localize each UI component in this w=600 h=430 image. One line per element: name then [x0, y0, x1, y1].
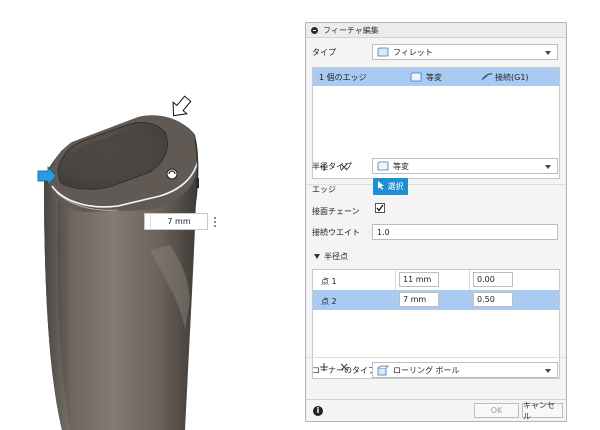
- dialog-titlebar[interactable]: フィーチャ編集: [306, 23, 566, 38]
- cursor-arrow-icon: [377, 181, 385, 192]
- dialog-footer: i OK キャンセル: [306, 399, 566, 421]
- edge-count-label: 1 個のエッジ: [319, 72, 367, 82]
- info-icon[interactable]: i: [313, 406, 323, 416]
- tangent-continuity-icon: [481, 72, 493, 82]
- radius-type-row: 半径タイプ 等変: [306, 155, 566, 177]
- type-label: タイプ: [312, 47, 336, 57]
- point-radius-input[interactable]: 7 mm: [399, 292, 439, 307]
- variable-radius-icon: [410, 72, 422, 82]
- tangent-chain-row: 接面チェーン: [306, 201, 566, 221]
- collapse-triangle-icon: [314, 254, 320, 259]
- corner-type-row: コーナーのタイプ ローリング ボール: [306, 359, 566, 381]
- collapse-icon[interactable]: [311, 26, 318, 34]
- 3d-viewport[interactable]: 7 mm: [0, 0, 300, 430]
- corner-type-dropdown[interactable]: ローリング ボール: [372, 362, 558, 378]
- tangent-chain-label: 接面チェーン: [312, 206, 360, 216]
- radius-type-label: 半径タイプ: [312, 161, 352, 171]
- corner-type-label: コーナーのタイプ: [312, 365, 376, 375]
- type-row: タイプ フィレット: [306, 41, 566, 63]
- radius-type-value: 等変: [393, 161, 409, 171]
- direction-arrow-manipulator: [172, 95, 192, 117]
- type-value: フィレット: [393, 47, 433, 57]
- divider: [306, 357, 566, 358]
- right-edge-notch: [196, 178, 199, 188]
- radius-point-row[interactable]: 点 2 7 mm 0.50: [313, 290, 559, 310]
- dimension-input[interactable]: 7 mm: [144, 213, 208, 230]
- variable-radius-icon: [377, 161, 389, 171]
- edge-select-button[interactable]: 選択: [373, 178, 408, 195]
- edge-continuity[interactable]: 接続(G1): [495, 72, 529, 83]
- edge-row: エッジ: [306, 178, 566, 200]
- chevron-down-icon: [545, 369, 551, 373]
- dimension-more-menu-icon[interactable]: [209, 213, 221, 230]
- ok-button[interactable]: OK: [474, 403, 519, 418]
- chevron-down-icon: [545, 51, 551, 55]
- tangent-chain-checkbox[interactable]: [375, 203, 385, 213]
- edge-radius-type[interactable]: 等変: [426, 72, 442, 83]
- point-position-input[interactable]: 0.00: [473, 272, 513, 287]
- radius-point-row[interactable]: 点 1 11 mm 0.00: [313, 270, 559, 290]
- point-position-input[interactable]: 0.50: [473, 292, 513, 307]
- rolling-ball-icon: [377, 365, 389, 376]
- fillet-icon: [377, 47, 389, 57]
- dialog-title: フィーチャ編集: [323, 25, 379, 35]
- radius-points-header[interactable]: 半径点: [314, 251, 348, 262]
- chevron-down-icon: [545, 165, 551, 169]
- point-name: 点 1: [321, 277, 337, 286]
- radius-point-handle: [166, 168, 178, 180]
- edge-select-label: 選択: [387, 182, 404, 191]
- point-radius-input[interactable]: 11 mm: [399, 272, 439, 287]
- tangent-weight-label: 接続ウエイト: [312, 227, 360, 237]
- checkmark-icon: [376, 204, 384, 212]
- tangent-weight-input[interactable]: 1.0: [372, 224, 558, 240]
- radius-type-dropdown[interactable]: 等変: [372, 158, 558, 174]
- edge-list-row[interactable]: 1 個のエッジ 等変 接続(G1): [313, 68, 559, 86]
- cancel-button[interactable]: キャンセル: [522, 401, 563, 421]
- tangent-weight-row: 接続ウエイト 1.0: [306, 221, 566, 243]
- corner-type-value: ローリング ボール: [393, 365, 460, 375]
- dimension-value[interactable]: 7 mm: [151, 217, 207, 226]
- feature-edit-dialog: フィーチャ編集 タイプ フィレット 1 個のエッジ 等変 接続(G1) + ×: [305, 22, 567, 422]
- radius-points-heading: 半径点: [324, 252, 348, 261]
- point-name: 点 2: [321, 297, 337, 306]
- edge-label: エッジ: [312, 184, 336, 194]
- type-dropdown[interactable]: フィレット: [372, 44, 558, 60]
